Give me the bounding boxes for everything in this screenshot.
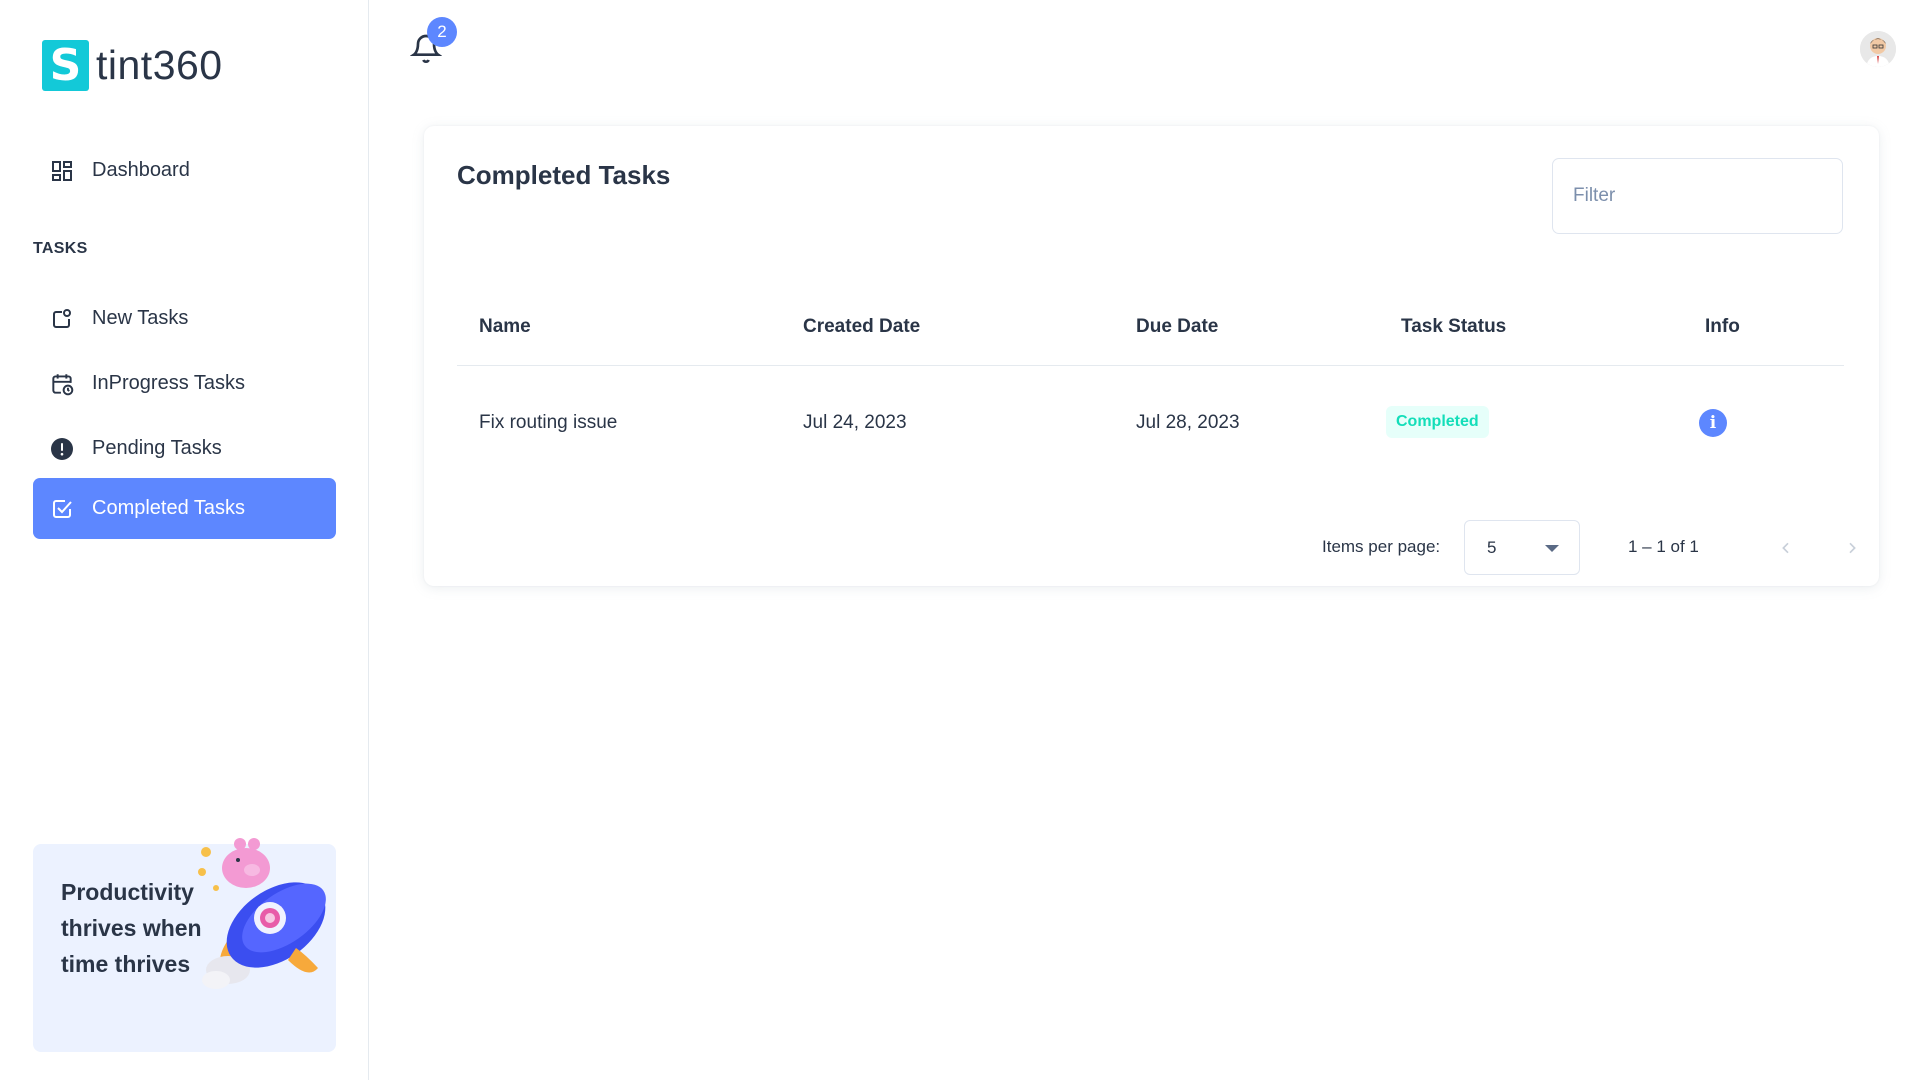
column-header-name[interactable]: Name <box>479 316 531 338</box>
sidebar: S tint360 Dashboard TASKS New Tasks InPr… <box>0 0 369 1080</box>
column-header-due-date[interactable]: Due Date <box>1136 316 1218 338</box>
sidebar-item-label: Completed Tasks <box>92 497 246 519</box>
previous-page-button[interactable] <box>1768 530 1804 566</box>
logo-mark-icon: S <box>42 40 89 91</box>
completed-tasks-card: Completed Tasks Name Created Date Due Da… <box>424 126 1879 586</box>
cell-task-name: Fix routing issue <box>479 412 618 433</box>
checkbox-checked-icon <box>48 495 76 523</box>
sidebar-item-label: Dashboard <box>92 159 190 181</box>
sidebar-item-new-tasks[interactable]: New Tasks <box>33 288 336 349</box>
column-header-info: Info <box>1705 316 1740 337</box>
cell-created-date: Jul 24, 2023 <box>803 412 907 433</box>
items-per-page-value: 5 <box>1487 537 1497 557</box>
sidebar-item-completed-tasks[interactable]: Completed Tasks <box>33 478 336 539</box>
table-header-divider <box>457 365 1844 366</box>
cell-due-date: Jul 28, 2023 <box>1136 412 1240 433</box>
new-task-icon <box>48 305 76 333</box>
exclamation-circle-icon <box>48 435 76 463</box>
next-page-button[interactable] <box>1834 530 1870 566</box>
app-root: S tint360 Dashboard TASKS New Tasks InPr… <box>0 0 1920 1080</box>
items-per-page-label: Items per page: <box>1322 537 1441 556</box>
items-per-page-select[interactable]: 5 <box>1464 520 1580 575</box>
pagination-range: 1 – 1 of 1 <box>1628 537 1699 556</box>
rocket-illustration-icon <box>198 838 326 989</box>
calendar-clock-icon <box>48 370 76 398</box>
page-title: Completed Tasks <box>457 160 671 190</box>
chevron-right-icon <box>1849 542 1856 554</box>
column-header-created-date[interactable]: Created Date <box>803 316 920 338</box>
info-icon[interactable]: i <box>1699 409 1727 437</box>
status-badge: Completed <box>1386 406 1489 438</box>
notification-count-badge: 2 <box>427 17 457 47</box>
sidebar-item-label: InProgress Tasks <box>92 372 246 394</box>
promo-card: Productivity thrives when time thrives <box>33 838 336 1052</box>
caret-down-icon <box>1545 545 1559 552</box>
column-header-task-status[interactable]: Task Status <box>1401 316 1506 338</box>
sidebar-item-dashboard[interactable]: Dashboard <box>33 140 336 201</box>
sidebar-item-inprogress-tasks[interactable]: InProgress Tasks <box>33 353 336 414</box>
filter-input[interactable] <box>1552 158 1843 234</box>
section-label-tasks: TASKS <box>33 240 88 257</box>
chevron-left-icon <box>1782 542 1789 554</box>
sidebar-item-label: New Tasks <box>92 307 189 329</box>
dashboard-icon <box>48 157 76 185</box>
sidebar-item-label: Pending Tasks <box>92 437 222 459</box>
user-avatar-icon[interactable] <box>1860 31 1896 67</box>
brand-name: tint360 <box>96 42 223 88</box>
brand-logo[interactable]: S tint360 <box>42 40 223 91</box>
sidebar-item-pending-tasks[interactable]: Pending Tasks <box>33 418 336 479</box>
